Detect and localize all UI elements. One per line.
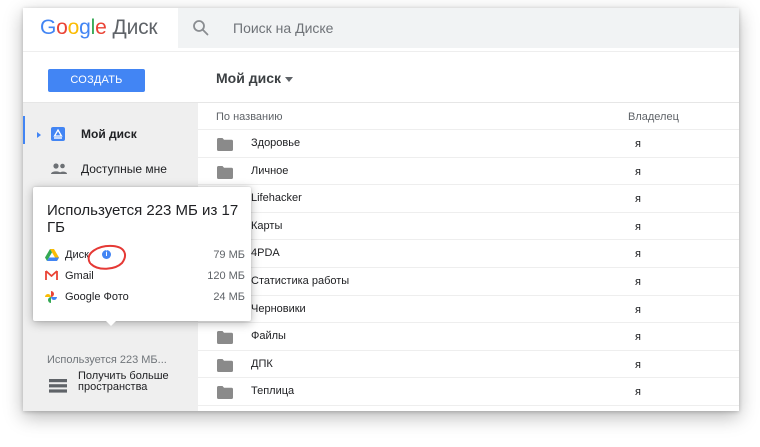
search-bar[interactable] bbox=[178, 8, 739, 48]
folder-icon bbox=[217, 165, 233, 179]
sidebar-item-shared[interactable]: Доступные мне bbox=[23, 153, 198, 185]
list-header: По названию Владелец bbox=[198, 103, 739, 130]
file-row[interactable]: 4PDA я bbox=[198, 240, 739, 268]
file-row[interactable]: Теплица я bbox=[198, 378, 739, 406]
storage-row-value: 79 МБ bbox=[213, 249, 245, 261]
search-icon[interactable] bbox=[192, 19, 210, 37]
top-bar: Google Диск bbox=[23, 8, 739, 51]
file-name: Карты bbox=[251, 219, 283, 232]
logo-letter: e bbox=[95, 16, 107, 39]
photos-pinwheel-icon bbox=[45, 291, 57, 303]
header-divider bbox=[23, 51, 739, 52]
get-more-label: Получить больше пространства bbox=[78, 370, 169, 393]
file-row[interactable]: Личное я bbox=[198, 158, 739, 186]
logo-letter: o bbox=[67, 16, 80, 39]
file-owner: я bbox=[635, 193, 641, 206]
file-owner: я bbox=[635, 386, 641, 399]
file-name: ДПК bbox=[251, 357, 273, 370]
file-row[interactable]: ДПК я bbox=[198, 351, 739, 379]
file-list: По названию Владелец Здоровье я Личное я Lif… bbox=[198, 103, 739, 411]
popup-tail bbox=[105, 320, 117, 326]
storage-row-drive: Диск i 79 МБ bbox=[45, 247, 245, 265]
gmail-icon bbox=[45, 270, 58, 280]
file-row[interactable]: Статистика работы я bbox=[198, 268, 739, 296]
product-name: Диск bbox=[112, 16, 158, 39]
file-row[interactable]: Черновики я bbox=[198, 296, 739, 324]
file-owner: я bbox=[635, 358, 641, 371]
drive-icon bbox=[51, 127, 65, 141]
annotation-circle bbox=[87, 244, 126, 270]
shared-people-icon bbox=[51, 163, 67, 174]
chevron-down-icon[interactable] bbox=[285, 77, 293, 82]
file-owner: я bbox=[635, 248, 641, 261]
storage-icon bbox=[49, 379, 67, 393]
folder-icon bbox=[217, 386, 233, 400]
folder-icon bbox=[217, 358, 233, 372]
logo-letter: o bbox=[56, 16, 68, 39]
file-row[interactable]: Lifehacker я bbox=[198, 185, 739, 213]
file-name: Lifehacker bbox=[251, 192, 302, 205]
sidebar-item-label: Доступные мне bbox=[81, 162, 167, 176]
drive-window: GoogleДиск СОЗДАТЬ Мой диск Мой диск bbox=[23, 8, 739, 411]
storage-used-text[interactable]: Используется 223 МБ... bbox=[47, 354, 167, 366]
file-owner: я bbox=[635, 303, 641, 316]
folder-icon bbox=[217, 331, 233, 345]
storage-row-value: 24 МБ bbox=[213, 291, 245, 303]
file-row[interactable]: Карты я bbox=[198, 213, 739, 241]
drive-triangle-icon bbox=[45, 249, 59, 261]
google-drive-logo[interactable]: Google Диск bbox=[40, 16, 158, 40]
file-owner: я bbox=[635, 138, 641, 150]
logo-letter: g bbox=[79, 16, 91, 39]
create-button[interactable]: СОЗДАТЬ bbox=[48, 69, 145, 92]
sidebar-item-label: Мой диск bbox=[81, 127, 137, 141]
location-title[interactable]: Мой диск bbox=[216, 70, 281, 86]
sidebar-item-my-drive[interactable]: Мой диск bbox=[23, 118, 198, 150]
file-owner: я bbox=[635, 165, 641, 178]
storage-row-gmail: Gmail 120 МБ bbox=[45, 268, 245, 286]
search-input[interactable] bbox=[233, 18, 633, 38]
file-owner: я bbox=[635, 331, 641, 344]
file-name: Файлы bbox=[251, 330, 286, 343]
sort-by-name-header[interactable]: По названию bbox=[216, 111, 283, 123]
file-name: 4PDA bbox=[251, 247, 280, 260]
popup-title: Используется 223 МБ из 17 ГБ bbox=[47, 202, 239, 236]
file-owner: я bbox=[635, 220, 641, 233]
storage-row-value: 120 МБ bbox=[207, 270, 245, 282]
storage-row-label: Google Фото bbox=[65, 291, 129, 303]
file-row[interactable]: Здоровье я bbox=[198, 130, 739, 158]
owner-column-header[interactable]: Владелец bbox=[628, 111, 679, 123]
storage-row-photos: Google Фото 24 МБ bbox=[45, 289, 245, 307]
file-row[interactable]: Файлы я bbox=[198, 323, 739, 351]
logo-letter: G bbox=[40, 16, 57, 39]
file-name: Теплица bbox=[251, 385, 295, 398]
file-owner: я bbox=[635, 276, 641, 288]
file-name: Статистика работы bbox=[251, 275, 350, 287]
get-more-storage-link[interactable]: Получить больше пространства bbox=[23, 370, 198, 404]
file-name: Черновики bbox=[251, 302, 306, 315]
file-name: Личное bbox=[251, 164, 289, 177]
expand-arrow-icon[interactable] bbox=[37, 132, 41, 138]
storage-popup: Используется 223 МБ из 17 ГБ Диск i 79 М… bbox=[33, 187, 251, 321]
folder-icon bbox=[217, 138, 233, 151]
file-name: Здоровье bbox=[251, 137, 301, 149]
